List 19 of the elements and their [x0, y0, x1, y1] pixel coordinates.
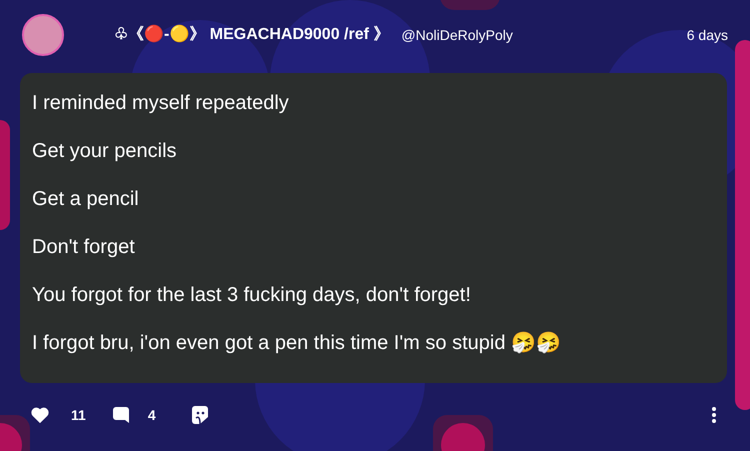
like-count: 11 [71, 406, 86, 424]
post-paragraph: I forgot bru, i'on even got a pen this time I'm so stupid 🤧🤧 [32, 331, 562, 355]
background-rounded-tile [440, 0, 500, 10]
heart-icon[interactable] [30, 406, 50, 424]
background-rounded-tile [0, 415, 30, 451]
post-paragraph: Don't forget [32, 235, 136, 259]
post-paragraph: I reminded myself repeatedly [32, 91, 290, 115]
comment-count: 4 [148, 406, 156, 424]
post-paragraph: Get a pencil [32, 187, 140, 211]
background-rounded-tile [433, 415, 493, 451]
more-options-icon[interactable] [712, 407, 716, 423]
sticker-icon[interactable] [190, 405, 209, 425]
avatar[interactable] [22, 14, 64, 56]
author-handle[interactable]: @NoliDeRolyPoly [401, 24, 513, 46]
post-paragraph: You forgot for the last 3 fucking days, don't forget! [32, 283, 472, 307]
post-time: 6 days [686, 26, 728, 45]
comment-icon[interactable] [112, 406, 130, 424]
author-name[interactable]: ♧《🔴-🟡》 MEGACHAD9000 /ref 》 [114, 23, 390, 47]
post-paragraph: Get your pencils [32, 139, 178, 163]
